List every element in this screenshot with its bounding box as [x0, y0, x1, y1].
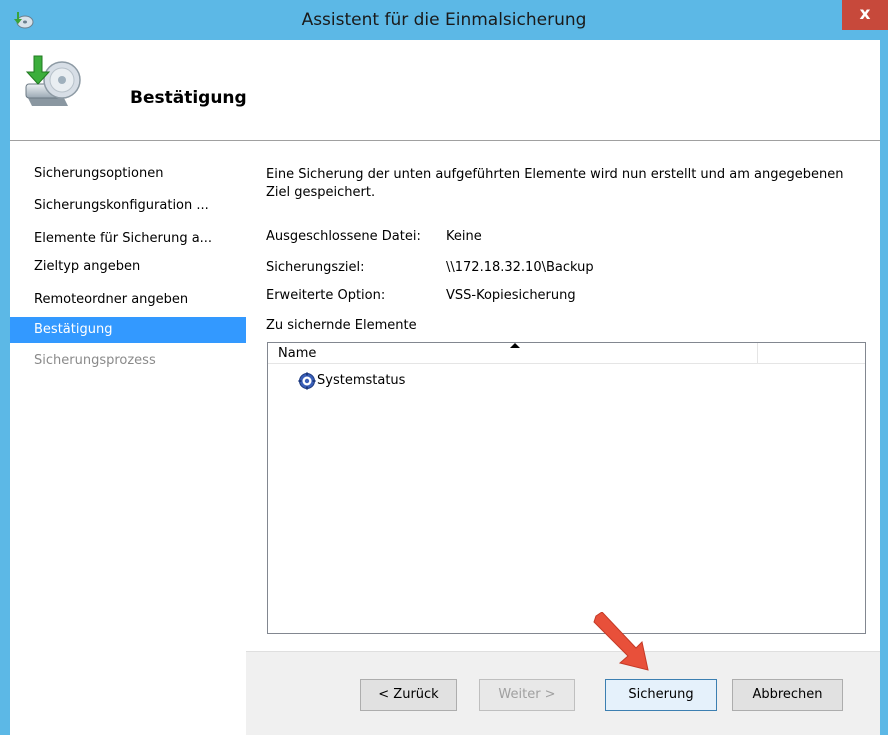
backup-disk-icon	[25, 55, 81, 106]
sidebar-item-remoteordner[interactable]: Remoteordner angeben	[10, 287, 246, 313]
wizard-header: Bestätigung	[10, 40, 880, 140]
sidebar-item-sicherungsoptionen[interactable]: Sicherungsoptionen	[10, 161, 246, 187]
page-title: Bestätigung	[130, 88, 247, 108]
intro-text: Eine Sicherung der unten aufgeführten El…	[266, 167, 844, 200]
sort-ascending-icon	[510, 343, 520, 348]
annotation-arrow-icon	[593, 612, 649, 671]
window-title: Assistent für die Einmalsicherung	[301, 10, 587, 30]
cancel-button[interactable]: Abbrechen	[732, 679, 843, 711]
backup-destination-value: \\172.18.32.10\Backup	[446, 260, 594, 275]
advanced-option-label: Erweiterte Option:	[266, 288, 386, 303]
system-state-icon	[298, 372, 316, 389]
next-button: Weiter >	[479, 679, 575, 711]
excluded-file-value: Keine	[446, 229, 482, 244]
excluded-file-label: Ausgeschlossene Datei:	[266, 229, 421, 244]
sidebar-item-zieltyp[interactable]: Zieltyp angeben	[10, 254, 246, 280]
list-header: Name	[268, 343, 865, 364]
column-header-empty	[759, 343, 865, 363]
backup-items-list[interactable]: Name Systemstatus	[267, 342, 866, 634]
column-header-label: Name	[278, 346, 317, 361]
sidebar-item-sicherungskonfiguration[interactable]: Sicherungskonfiguration ...	[10, 193, 246, 219]
confirmation-panel: Eine Sicherung der unten aufgeführten El…	[246, 141, 880, 651]
sidebar-item-elemente[interactable]: Elemente für Sicherung a...	[10, 226, 246, 252]
advanced-option-value: VSS-Kopiesicherung	[446, 288, 576, 303]
list-item-label: Systemstatus	[317, 373, 406, 388]
items-to-backup-label: Zu sichernde Elemente	[266, 318, 417, 333]
sidebar-item-sicherungsprozess: Sicherungsprozess	[34, 353, 156, 368]
sidebar-item-bestaetigung[interactable]: Bestätigung	[10, 317, 246, 343]
button-bar: < Zurück Weiter > Sicherung Abbrechen	[246, 652, 880, 735]
back-button[interactable]: < Zurück	[360, 679, 457, 711]
backup-button[interactable]: Sicherung	[605, 679, 717, 711]
backup-destination-label: Sicherungsziel:	[266, 260, 365, 275]
close-icon: x	[859, 4, 871, 24]
wizard-steps-sidebar: Sicherungsoptionen Sicherungskonfigurati…	[10, 141, 246, 735]
close-button[interactable]: x	[842, 0, 888, 30]
list-item[interactable]: Systemstatus	[298, 371, 405, 391]
title-bar[interactable]: Assistent für die Einmalsicherung x	[0, 0, 888, 40]
wizard-window: Assistent für die Einmalsicherung x Best…	[0, 0, 888, 735]
